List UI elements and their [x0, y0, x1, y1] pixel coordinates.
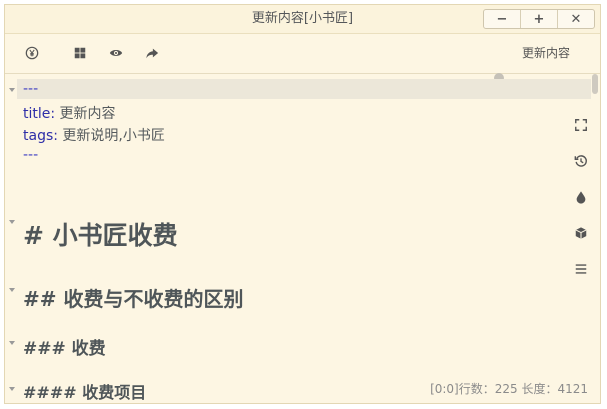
- close-button[interactable]: ✕: [557, 10, 594, 28]
- yen-circle-icon[interactable]: [23, 44, 41, 62]
- heading-4: #### 收费项目: [23, 383, 147, 402]
- maximize-button[interactable]: +: [520, 10, 557, 28]
- markdown-editor[interactable]: --- title: 更新内容 tags: 更新说明,小书匠 --- # 小书匠…: [5, 73, 600, 403]
- vertical-scrollbar-thumb[interactable]: [592, 74, 598, 94]
- ink-drop-icon[interactable]: [572, 188, 590, 206]
- eye-icon[interactable]: [107, 44, 125, 62]
- toolbar: 更新内容: [5, 34, 600, 74]
- menu-icon[interactable]: [572, 260, 590, 278]
- title-bar[interactable]: 更新内容[小书匠] − + ✕: [5, 5, 600, 34]
- front-matter-separator: :: [50, 106, 60, 122]
- front-matter-open: ---: [23, 81, 39, 97]
- fold-arrow-icon[interactable]: [9, 288, 15, 292]
- front-matter-value: 更新说明,小书匠: [62, 128, 165, 144]
- front-matter-title-line: title: 更新内容: [23, 103, 116, 123]
- heading-2: ## 收费与不收费的区别: [23, 287, 244, 311]
- minimize-button[interactable]: −: [484, 10, 520, 28]
- fullscreen-icon[interactable]: [572, 116, 590, 134]
- grid-icon[interactable]: [71, 44, 89, 62]
- front-matter-value: 更新内容: [59, 106, 116, 122]
- heading-3: ### 收费: [23, 339, 106, 359]
- active-line-highlight: [17, 79, 591, 99]
- heading-1: # 小书匠收费: [23, 221, 178, 250]
- document-title: 更新内容: [521, 46, 570, 60]
- fold-arrow-icon[interactable]: [9, 341, 15, 345]
- fold-arrow-icon[interactable]: [9, 387, 15, 391]
- front-matter-key: title: [23, 106, 51, 122]
- fold-arrow-icon[interactable]: [9, 88, 15, 92]
- front-matter-tags-line: tags: 更新说明,小书匠: [23, 125, 165, 145]
- app-window: 更新内容[小书匠] − + ✕ 更新内容 --- title: 更新内容 tag…: [4, 4, 601, 404]
- share-forward-icon[interactable]: [143, 44, 161, 62]
- package-box-icon[interactable]: [572, 224, 590, 242]
- window-controls: − + ✕: [483, 9, 595, 29]
- front-matter-key: tags: [23, 128, 54, 144]
- front-matter-close: ---: [23, 147, 39, 163]
- status-bar-text: [0:0]行数：225 长度：4121: [430, 382, 588, 396]
- fold-arrow-icon[interactable]: [9, 220, 15, 224]
- history-icon[interactable]: [572, 152, 590, 170]
